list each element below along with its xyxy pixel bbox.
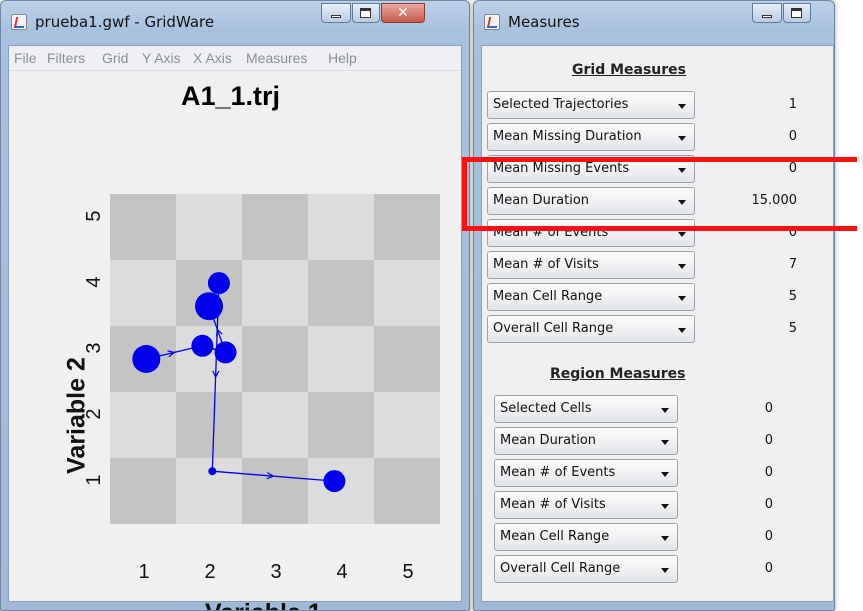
measure-value: 0 [764, 529, 773, 544]
highlight-box-edge [835, 157, 857, 162]
minimize-icon[interactable] [321, 3, 351, 23]
measure-dropdown-label: Overall Cell Range [493, 321, 614, 336]
chevron-down-icon [678, 104, 686, 109]
trajectory-point [195, 292, 223, 321]
menu-measures[interactable]: Measures [246, 50, 307, 66]
measure-dropdown-label: Mean # of Visits [493, 257, 599, 272]
measure-dropdown-label: Mean # of Events [500, 465, 616, 480]
measure-dropdown-label: Mean Missing Duration [493, 129, 642, 144]
window-title: Measures [508, 13, 580, 31]
chevron-down-icon [661, 440, 669, 445]
measure-dropdown[interactable]: Mean # of Visits [487, 251, 695, 279]
measure-value: 0 [764, 497, 773, 512]
trajectory-point [208, 467, 217, 476]
trajectory-point [207, 272, 230, 295]
gridware-titlebar[interactable]: prueba1.gwf - GridWare [1, 1, 469, 39]
measure-dropdown[interactable]: Overall Cell Range [487, 315, 695, 343]
java-app-icon [484, 14, 500, 30]
region-measures-title: Region Measures [550, 366, 686, 382]
measure-dropdown[interactable]: Selected Trajectories [487, 91, 695, 119]
maximize-icon[interactable] [352, 3, 380, 23]
measure-dropdown[interactable]: Mean # of Visits [494, 491, 678, 519]
measures-window: Measures Grid Measures Selected Trajecto… [473, 0, 835, 611]
measure-dropdown-label: Mean Cell Range [493, 289, 603, 304]
gridware-window: prueba1.gwf - GridWare File Filters Grid… [0, 0, 470, 611]
gridware-client: File Filters Grid Y Axis X Axis Measures… [8, 45, 462, 610]
chevron-down-icon [661, 536, 669, 541]
chevron-down-icon [678, 136, 686, 141]
trajectory-point [323, 470, 346, 493]
trajectory-point [191, 334, 214, 357]
measure-dropdown-label: Selected Cells [500, 401, 592, 416]
measure-dropdown[interactable]: Mean Missing Duration [487, 123, 695, 151]
chevron-down-icon [678, 328, 686, 333]
measure-dropdown-label: Mean # of Visits [500, 497, 606, 512]
measure-value: 5 [788, 321, 797, 336]
measure-value: 1 [788, 97, 797, 112]
measure-value: 7 [788, 257, 797, 272]
chevron-down-icon [678, 232, 686, 237]
measure-dropdown[interactable]: Overall Cell Range [494, 555, 678, 583]
measure-dropdown-label: Mean Duration [500, 433, 597, 448]
measure-value: 0 [764, 561, 773, 576]
measure-dropdown-label: Mean Cell Range [500, 529, 610, 544]
menu-y-axis[interactable]: Y Axis [142, 50, 181, 66]
grid-measures-title: Grid Measures [572, 62, 686, 78]
measure-dropdown[interactable]: Mean Duration [494, 427, 678, 455]
measure-dropdown-label: Overall Cell Range [500, 561, 621, 576]
menu-bar: File Filters Grid Y Axis X Axis Measures… [9, 46, 461, 71]
measure-dropdown[interactable]: Selected Cells [494, 395, 678, 423]
grid-plot[interactable]: A1_1.trj 1 2 3 4 5 1 2 3 4 5 Variable 1 … [9, 71, 461, 610]
chevron-down-icon [678, 264, 686, 269]
highlight-box [462, 157, 857, 231]
minimize-icon[interactable] [752, 3, 782, 23]
measure-dropdown[interactable]: Mean Cell Range [494, 523, 678, 551]
measure-dropdown[interactable]: Mean Cell Range [487, 283, 695, 311]
trajectory-plot [132, 272, 346, 493]
window-title: prueba1.gwf - GridWare [35, 13, 215, 31]
measure-value: 0 [764, 433, 773, 448]
measure-dropdown[interactable]: Mean # of Events [494, 459, 678, 487]
menu-help[interactable]: Help [328, 50, 357, 66]
trajectory-point [214, 341, 237, 364]
highlight-box-edge [835, 226, 857, 231]
maximize-icon[interactable] [783, 3, 811, 23]
measure-value: 0 [788, 129, 797, 144]
trajectory-point [132, 345, 161, 373]
measures-client: Grid Measures Selected Trajectories 1 Mean… [481, 45, 834, 602]
measure-value: 0 [764, 401, 773, 416]
measures-titlebar[interactable]: Measures [474, 1, 834, 39]
menu-x-axis[interactable]: X Axis [193, 50, 232, 66]
measure-dropdown-label: Selected Trajectories [493, 97, 629, 112]
chevron-down-icon [661, 472, 669, 477]
measure-value: 5 [788, 289, 797, 304]
chevron-down-icon [678, 296, 686, 301]
menu-filters[interactable]: Filters [47, 50, 85, 66]
chevron-down-icon [661, 504, 669, 509]
chevron-down-icon [661, 408, 669, 413]
menu-grid[interactable]: Grid [102, 50, 128, 66]
java-app-icon [11, 14, 27, 30]
measure-value: 0 [764, 465, 773, 480]
chevron-down-icon [661, 568, 669, 573]
close-icon[interactable] [381, 3, 425, 23]
menu-file[interactable]: File [14, 50, 37, 66]
